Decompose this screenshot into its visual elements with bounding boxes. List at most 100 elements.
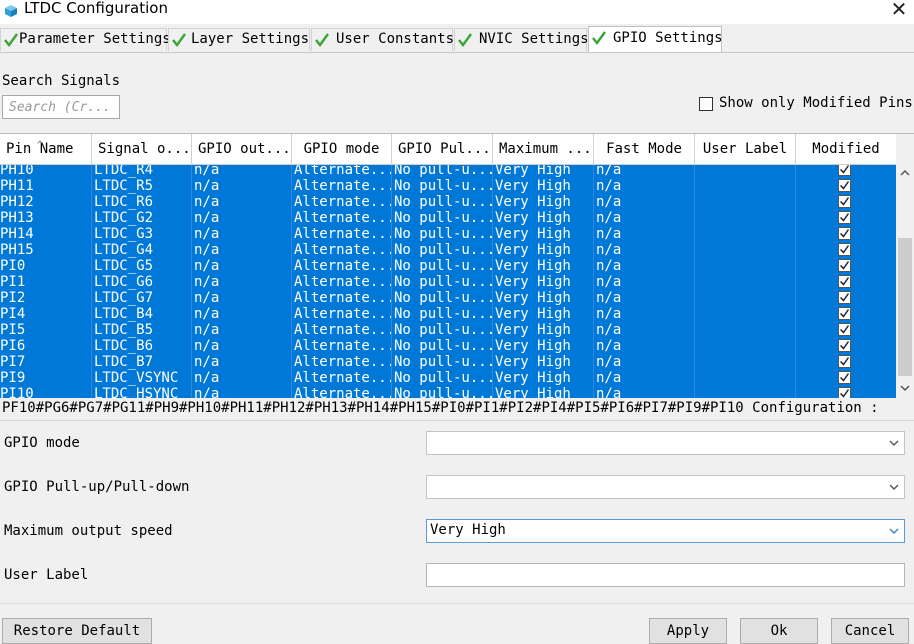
cell-gpio-pull: No pull-u... (394, 322, 493, 338)
column-header-user-label[interactable]: User Label (695, 134, 796, 164)
cell-pin-name: PI6 (0, 338, 92, 354)
modified-checkbox[interactable] (838, 355, 851, 368)
apply-button[interactable]: Apply (649, 618, 727, 644)
table-row[interactable]: PH12 LTDC_R6 n/a Alternate... No pull-u... Ve… (0, 194, 896, 210)
modified-checkbox[interactable] (838, 179, 851, 192)
table-row[interactable]: PI6 LTDC_B6 n/a Alternate... No pull-u... Ver… (0, 338, 896, 354)
checkmark-icon (839, 165, 850, 174)
column-header-signal[interactable]: Signal o... (92, 134, 192, 164)
modified-checkbox[interactable] (838, 387, 851, 398)
table-header: ^ Pin Name Signal o... GPIO out... GPIO … (0, 134, 896, 165)
modified-checkbox[interactable] (838, 275, 851, 288)
scroll-down-icon[interactable] (896, 380, 914, 397)
cell-user-label (695, 165, 796, 178)
column-header-max-speed[interactable]: Maximum ... (493, 134, 594, 164)
ok-button[interactable]: Ok (740, 618, 818, 644)
cell-gpio-mode: Alternate... (292, 165, 392, 178)
cell-signal: LTDC_B7 (92, 354, 192, 370)
modified-checkbox[interactable] (838, 307, 851, 320)
tab-user-constants[interactable]: User Constants (311, 28, 454, 51)
table-row[interactable]: PH11 LTDC_R5 n/a Alternate... No pull-u... Ve… (0, 178, 896, 194)
chevron-down-icon (884, 476, 904, 498)
modified-checkbox[interactable] (838, 243, 851, 256)
checkmark-icon (839, 309, 850, 318)
cell-signal: LTDC_HSYNC (92, 386, 192, 398)
column-header-gpio-pull[interactable]: GPIO Pul... (392, 134, 493, 164)
checkmark-icon (839, 245, 850, 254)
cell-pin-name: PI9 (0, 370, 92, 386)
scroll-up-icon[interactable] (896, 165, 914, 182)
cell-gpio-output: n/a (192, 322, 292, 338)
checkmark-icon (839, 261, 850, 270)
checkmark-icon (839, 277, 850, 286)
tab-layer-settings[interactable]: Layer Settings (168, 28, 310, 51)
modified-checkbox[interactable] (838, 259, 851, 272)
search-input[interactable] (2, 95, 120, 119)
table-row[interactable]: PI7 LTDC_B7 n/a Alternate... No pull-u... Ver… (0, 354, 896, 370)
cancel-button[interactable]: Cancel (831, 618, 909, 644)
gpio-pull-label: GPIO Pull-up/Pull-down (4, 479, 190, 495)
modified-checkbox[interactable] (838, 211, 851, 224)
cell-gpio-pull: No pull-u... (394, 370, 493, 386)
tab-label: GPIO Settings (613, 30, 723, 46)
tab-parameter-settings[interactable]: Parameter Settings (0, 28, 171, 51)
scrollbar-thumb[interactable] (898, 238, 912, 376)
cell-max-speed: Very High (493, 226, 594, 242)
max-speed-select[interactable]: Very High (426, 519, 905, 543)
table-row[interactable]: PI5 LTDC_B5 n/a Alternate... No pull-u... Ver… (0, 322, 896, 338)
table-row[interactable]: PI9 LTDC_VSYNC n/a Alternate... No pull-u...… (0, 370, 896, 386)
column-header-fast-mode[interactable]: Fast Mode (594, 134, 695, 164)
modified-checkbox[interactable] (838, 165, 851, 176)
cell-max-speed: Very High (493, 242, 594, 258)
close-icon[interactable]: ✕ (884, 0, 914, 22)
cell-gpio-pull: No pull-u... (394, 354, 493, 370)
gpio-mode-select[interactable] (426, 431, 905, 455)
show-modified-checkbox[interactable] (699, 97, 713, 111)
table-row[interactable]: PH15 LTDC_G4 n/a Alternate... No pull-u... Ve… (0, 242, 896, 258)
cell-gpio-output: n/a (192, 194, 292, 210)
restore-default-button[interactable]: Restore Default (2, 618, 152, 644)
cell-gpio-pull: No pull-u... (394, 178, 493, 194)
cell-fast-mode: n/a (594, 290, 695, 306)
table-row[interactable]: PI1 LTDC_G6 n/a Alternate... No pull-u... Ver… (0, 274, 896, 290)
cell-fast-mode: n/a (594, 258, 695, 274)
modified-checkbox[interactable] (838, 195, 851, 208)
table-row[interactable]: PI2 LTDC_G7 n/a Alternate... No pull-u... Ver… (0, 290, 896, 306)
table-row[interactable]: PH10 LTDC_R4 n/a Alternate... No pull-u... Ve… (0, 165, 896, 178)
checkmark-icon (839, 181, 850, 190)
green-check-icon (3, 32, 19, 48)
tab-nvic-settings[interactable]: NVIC Settings (454, 28, 589, 51)
modified-checkbox[interactable] (838, 291, 851, 304)
modified-checkbox[interactable] (838, 339, 851, 352)
user-label-input[interactable] (426, 563, 905, 587)
cell-fast-mode: n/a (594, 354, 695, 370)
cell-pin-name: PI4 (0, 306, 92, 322)
table-row[interactable]: PI4 LTDC_B4 n/a Alternate... No pull-u... Ver… (0, 306, 896, 322)
vertical-scrollbar[interactable] (896, 134, 914, 398)
table-row[interactable]: PH13 LTDC_G2 n/a Alternate... No pull-u... Ve… (0, 210, 896, 226)
tab-label: Layer Settings (191, 31, 310, 47)
cell-gpio-pull: No pull-u... (394, 258, 493, 274)
cell-fast-mode: n/a (594, 165, 695, 178)
modified-checkbox[interactable] (838, 371, 851, 384)
cell-signal: LTDC_VSYNC (92, 370, 192, 386)
column-header-modified[interactable]: Modified (796, 134, 896, 164)
pin-table: ^ Pin Name Signal o... GPIO out... GPIO … (0, 133, 914, 398)
modified-checkbox[interactable] (838, 323, 851, 336)
max-speed-label: Maximum output speed (4, 523, 173, 539)
table-row[interactable]: PH14 LTDC_G3 n/a Alternate... No pull-u... Ve… (0, 226, 896, 242)
table-row[interactable]: PI0 LTDC_G5 n/a Alternate... No pull-u... Ver… (0, 258, 896, 274)
gpio-pull-select[interactable] (426, 475, 905, 499)
cell-fast-mode: n/a (594, 210, 695, 226)
tab-gpio-settings[interactable]: GPIO Settings (588, 26, 723, 52)
cell-gpio-pull: No pull-u... (394, 290, 493, 306)
table-row[interactable]: PI10 LTDC_HSYNC n/a Alternate... No pull-u..… (0, 386, 896, 398)
column-header-gpio-output[interactable]: GPIO out... (192, 134, 292, 164)
config-panel: GPIO mode GPIO Pull-up/Pull-down Maximum… (0, 420, 914, 603)
column-header-pin-name[interactable]: ^ Pin Name (0, 134, 92, 164)
column-header-gpio-mode[interactable]: GPIO mode (292, 134, 392, 164)
modified-checkbox[interactable] (838, 227, 851, 240)
cell-gpio-mode: Alternate... (294, 354, 392, 370)
cell-gpio-mode: Alternate... (294, 370, 392, 386)
cell-pin-name: PH10 (0, 165, 92, 178)
